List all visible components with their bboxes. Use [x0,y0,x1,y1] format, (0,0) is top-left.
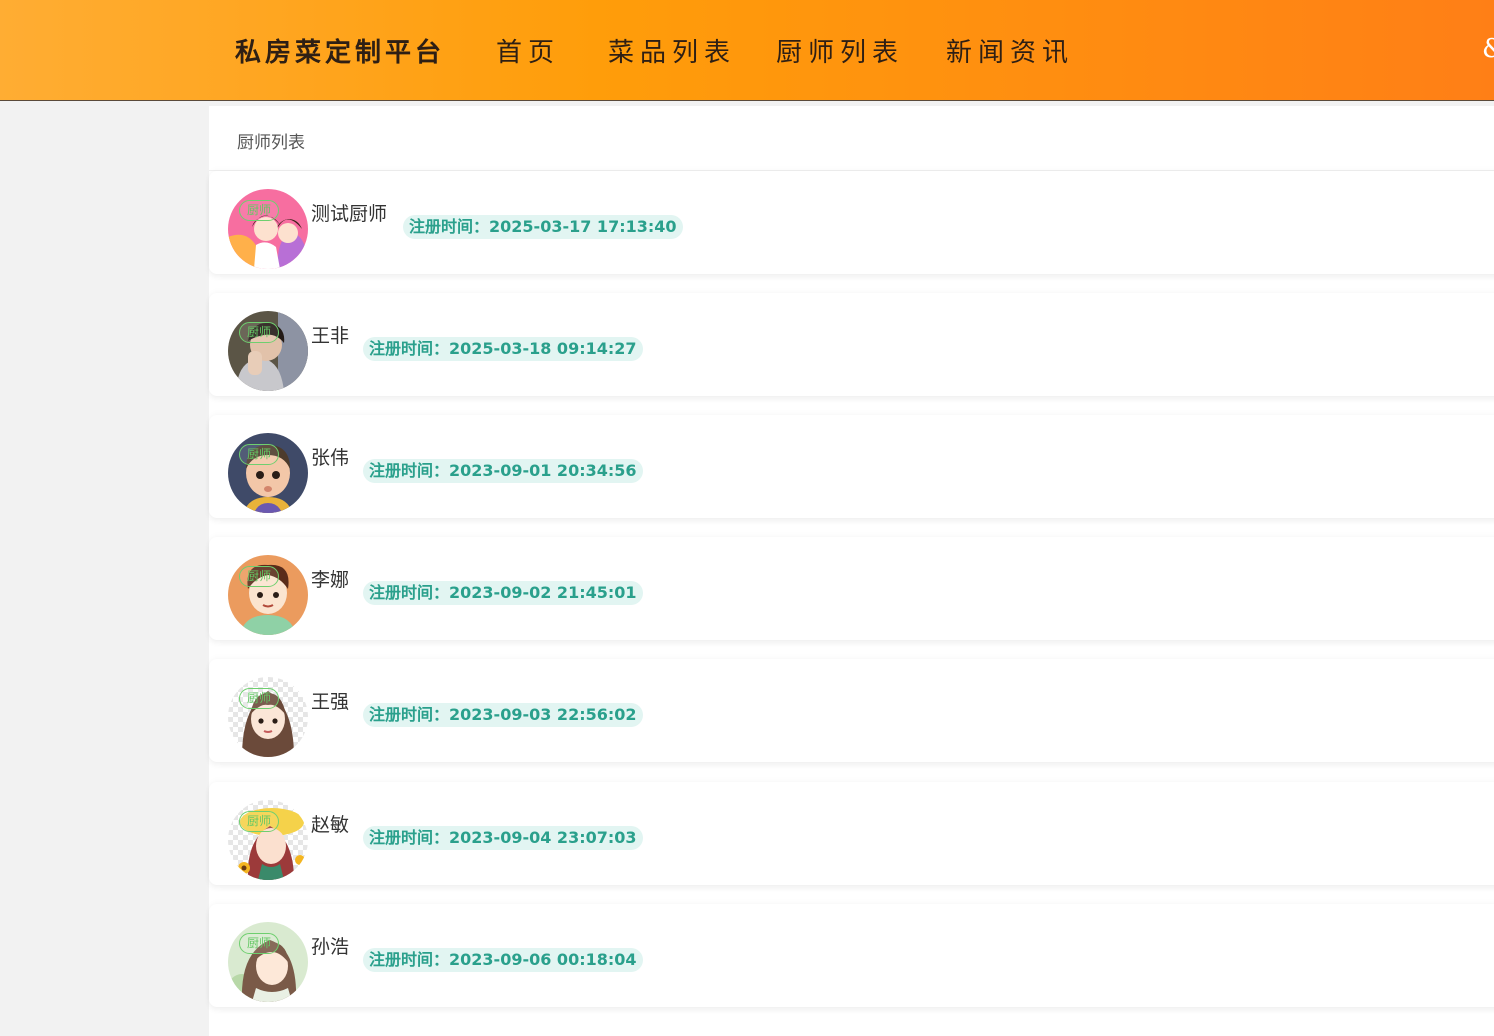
chef-badge: 厨师 [239,933,279,954]
chef-avatar[interactable]: 厨师 [228,189,308,269]
top-nav-bar: 私房菜定制平台 首页 菜品列表 厨师列表 新闻资讯 & [0,0,1494,101]
register-time-badge: 注册时间：2025-03-17 17:13:40 [403,215,683,239]
register-time-badge: 注册时间：2023-09-06 00:18:04 [363,948,643,972]
chef-avatar[interactable]: 厨师 [228,800,308,880]
chef-row[interactable]: 厨师 王强 注册时间：2023-09-03 22:56:02 [209,659,1494,762]
chef-name[interactable]: 张伟 [311,443,349,470]
chef-row[interactable]: 厨师 张伟 注册时间：2023-09-01 20:34:56 [209,415,1494,518]
nav-home[interactable]: 首页 [496,32,560,69]
chef-badge: 厨师 [239,444,279,465]
chef-row[interactable]: 厨师 赵敏 注册时间：2023-09-04 23:07:03 [209,782,1494,885]
chef-badge: 厨师 [239,811,279,832]
chef-avatar[interactable]: 厨师 [228,311,308,391]
chef-name[interactable]: 孙浩 [311,932,349,959]
register-time-badge: 注册时间：2023-09-02 21:45:01 [363,581,643,605]
chef-badge: 厨师 [239,566,279,587]
chef-badge: 厨师 [239,200,279,221]
nav-dish-list[interactable]: 菜品列表 [608,32,736,69]
chef-avatar[interactable]: 厨师 [228,433,308,513]
chef-badge: 厨师 [239,688,279,709]
chef-avatar[interactable]: 厨师 [228,677,308,757]
chef-row[interactable]: 厨师 李娜 注册时间：2023-09-02 21:45:01 [209,537,1494,640]
nav-chef-list[interactable]: 厨师列表 [776,32,904,69]
chef-name[interactable]: 测试厨师 [311,199,387,226]
register-time-badge: 注册时间：2023-09-04 23:07:03 [363,826,643,850]
chef-badge: 厨师 [239,322,279,343]
chef-row[interactable]: 厨师 测试厨师 注册时间：2025-03-17 17:13:40 [209,171,1494,274]
chef-avatar[interactable]: 厨师 [228,555,308,635]
chef-list-panel: 厨师列表 厨师 测试厨师 注册时间：2025-03-17 17:13:40 厨师… [209,106,1494,1036]
nav-news[interactable]: 新闻资讯 [946,32,1074,69]
register-time-badge: 注册时间：2023-09-03 22:56:02 [363,703,643,727]
chef-name[interactable]: 王非 [311,321,349,348]
register-time-badge: 注册时间：2025-03-18 09:14:27 [363,337,643,361]
chef-name[interactable]: 赵敏 [311,810,349,837]
chef-name[interactable]: 王强 [311,687,349,714]
chef-avatar[interactable]: 厨师 [228,922,308,1002]
panel-title: 厨师列表 [237,133,305,153]
chef-row[interactable]: 厨师 王非 注册时间：2025-03-18 09:14:27 [209,293,1494,396]
chef-name[interactable]: 李娜 [311,565,349,592]
panel-header: 厨师列表 [209,106,1494,171]
nav-overflow-glyph: & [1482,34,1494,64]
site-brand[interactable]: 私房菜定制平台 [235,32,445,69]
chef-row[interactable]: 厨师 孙浩 注册时间：2023-09-06 00:18:04 [209,904,1494,1007]
register-time-badge: 注册时间：2023-09-01 20:34:56 [363,459,643,483]
